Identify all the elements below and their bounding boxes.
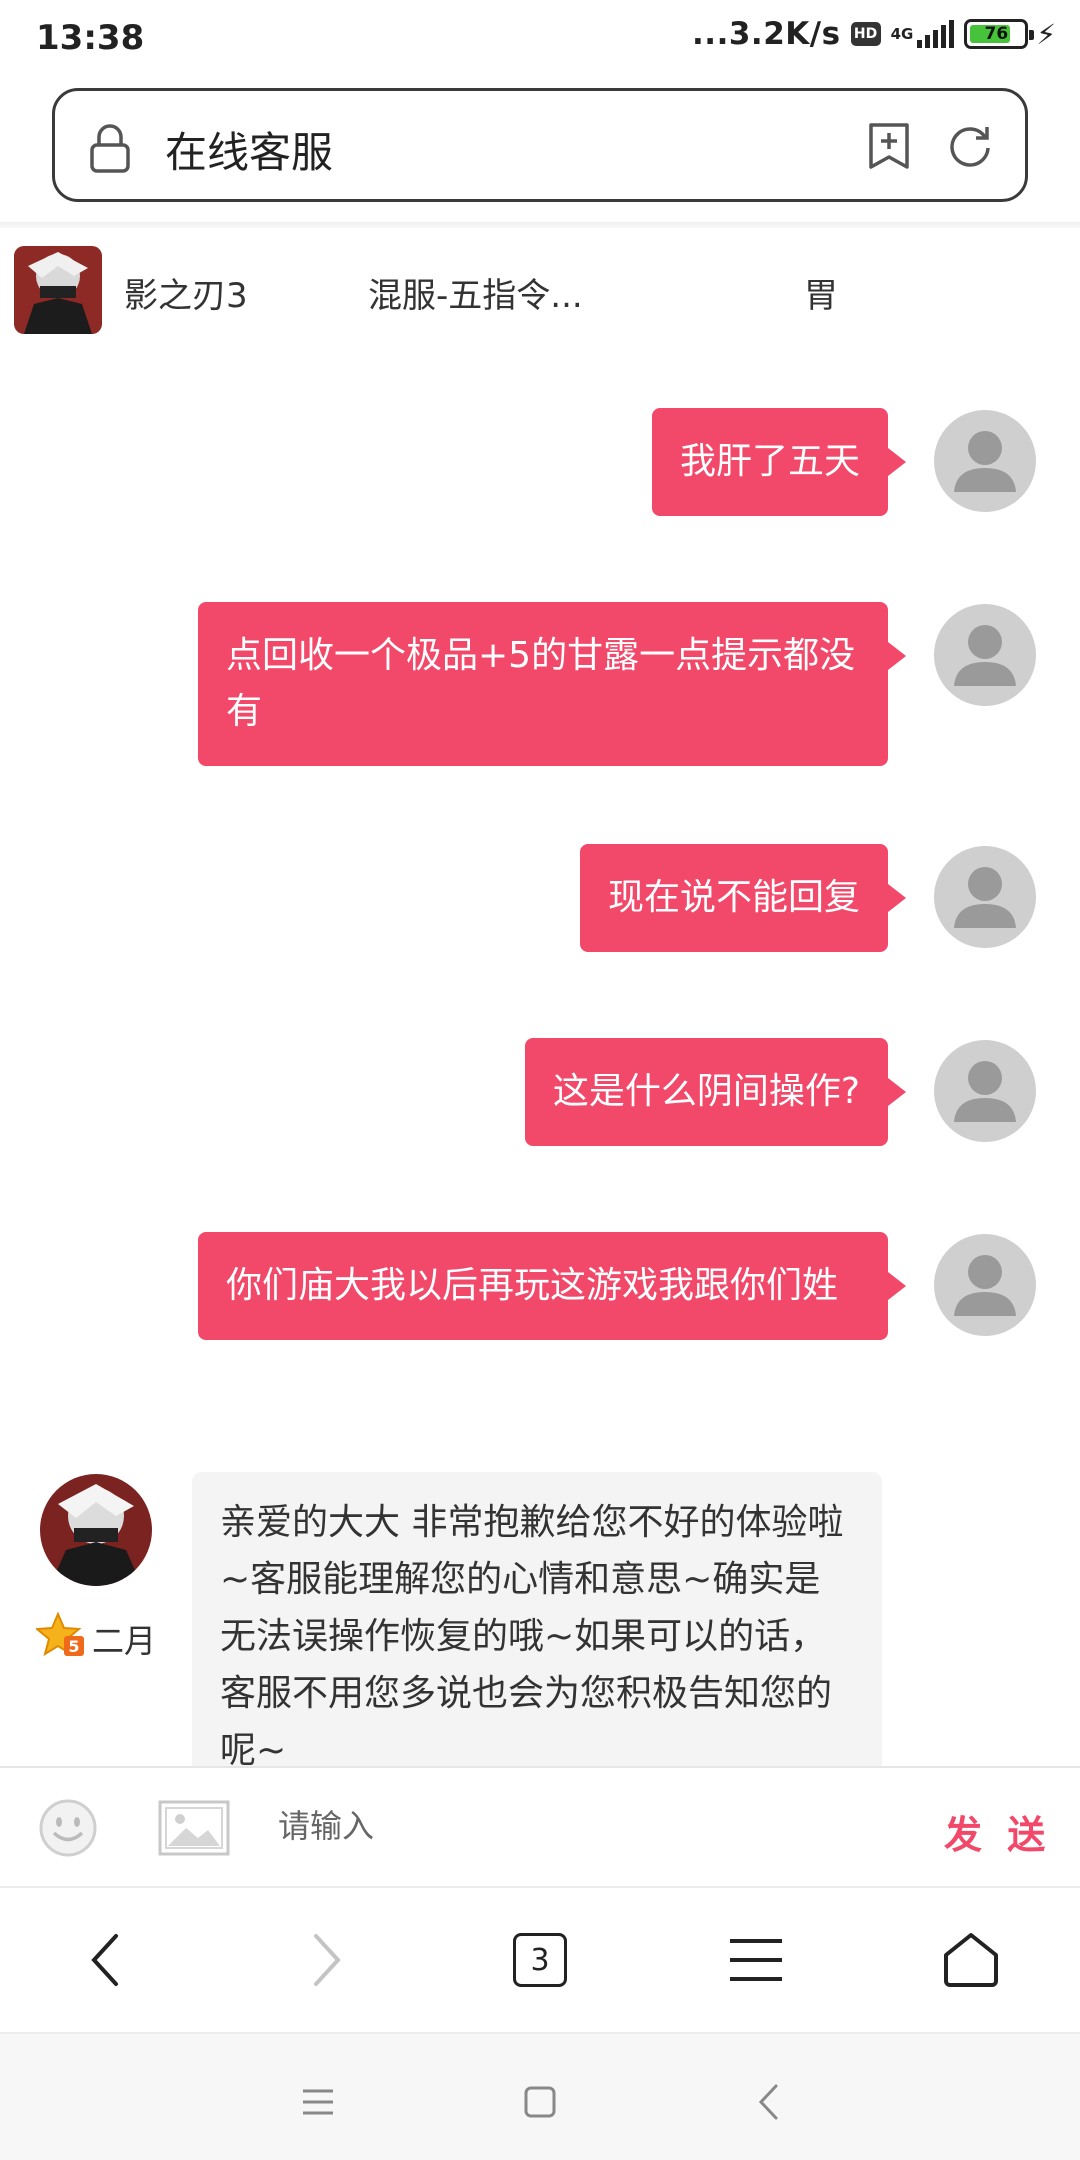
home-icon[interactable] [935, 1924, 1007, 1996]
agent-avatar[interactable] [40, 1474, 152, 1586]
input-bar: 发 送 [0, 1766, 1080, 1886]
page-title: 在线客服 [165, 128, 334, 177]
network-type: 4G [890, 24, 914, 43]
chat-header: 影之刃3 混服-五指令... 胃 [0, 228, 1080, 348]
add-bookmark-icon[interactable] [867, 121, 911, 175]
chevron-left-icon[interactable] [70, 1924, 142, 1996]
tabs-button[interactable]: 3 [504, 1924, 576, 1996]
message-text: 点回收一个极品+5的甘露一点提示都没有 [226, 635, 856, 732]
menu-icon[interactable] [720, 1924, 792, 1996]
home-square-icon[interactable] [512, 2074, 568, 2130]
image-icon[interactable] [158, 1800, 230, 1860]
svg-text:5: 5 [68, 1637, 79, 1656]
recents-icon[interactable] [290, 2074, 346, 2130]
agent-message-bubble: 亲爱的大大 非常抱歉给您不好的体验啦~客服能理解您的心情和意思~确实是无法误操作… [192, 1472, 882, 1766]
role-name: 胃 [804, 276, 838, 316]
hd-badge: HD [850, 22, 881, 46]
back-icon[interactable] [740, 2074, 796, 2130]
message-row: 这是什么阴间操作? [0, 1038, 1080, 1150]
user-avatar [934, 1040, 1036, 1142]
message-text: 亲爱的大大 非常抱歉给您不好的体验啦~客服能理解您的心情和意思~确实是无法误操作… [220, 1502, 844, 1766]
message-row: 你们庙大我以后再玩这游戏我跟你们姓 [0, 1232, 1080, 1402]
user-message-bubble: 你们庙大我以后再玩这游戏我跟你们姓 [198, 1232, 906, 1340]
refresh-icon[interactable] [945, 121, 995, 175]
page: 13:38 ...3.2K/s HD 4G 76 ⚡ 在线客服 影之刃3 混服-… [0, 0, 1080, 2160]
server-name: 混服-五指令... [368, 276, 583, 316]
chat-area[interactable]: 我肝了五天 点回收一个极品+5的甘露一点提示都没有 现在说不能回复 这是什么阴间… [0, 348, 1080, 1766]
message-text: 现在说不能回复 [607, 877, 860, 918]
browser-nav: 3 [0, 1886, 1080, 2032]
message-text: 我肝了五天 [679, 441, 860, 482]
bolt-icon: ⚡ [1036, 17, 1056, 51]
game-avatar [14, 246, 102, 334]
status-time: 13:38 [36, 18, 145, 58]
user-message-bubble: 这是什么阴间操作? [524, 1038, 907, 1146]
message-row: 我肝了五天 [0, 408, 1080, 520]
address-bar[interactable]: 在线客服 [52, 88, 1028, 202]
emoji-icon[interactable] [38, 1798, 98, 1862]
message-input[interactable] [278, 1798, 878, 1854]
chevron-right-icon[interactable] [290, 1924, 362, 1996]
battery-icon: 76 [964, 19, 1035, 49]
message-row: 点回收一个极品+5的甘露一点提示都没有 [0, 602, 1080, 772]
user-message-bubble: 点回收一个极品+5的甘露一点提示都没有 [198, 602, 906, 766]
message-text: 你们庙大我以后再玩这游戏我跟你们姓 [226, 1265, 839, 1306]
user-avatar [934, 604, 1036, 706]
user-message-bubble: 现在说不能回复 [579, 844, 907, 952]
message-text: 这是什么阴间操作? [552, 1071, 860, 1112]
user-avatar [934, 1234, 1036, 1336]
lock-icon [89, 123, 131, 177]
message-row: 现在说不能回复 [0, 844, 1080, 956]
status-indicators: ...3.2K/s HD 4G 76 ⚡ [692, 16, 1056, 52]
user-avatar [934, 846, 1036, 948]
agent-name: 二月 [92, 1622, 157, 1660]
game-name: 影之刃3 [124, 276, 248, 316]
system-nav [0, 2032, 1080, 2160]
user-avatar [934, 410, 1036, 512]
vip-badge-icon: 5 [34, 1611, 86, 1658]
user-message-bubble: 我肝了五天 [651, 408, 907, 516]
signal-icon [917, 20, 955, 48]
battery-level: 76 [984, 24, 1009, 44]
network-speed: ...3.2K/s [692, 16, 841, 52]
tab-count: 3 [513, 1933, 567, 1987]
status-bar: 13:38 ...3.2K/s HD 4G 76 ⚡ [0, 0, 1080, 80]
send-button[interactable]: 发 送 [944, 1804, 1051, 1859]
